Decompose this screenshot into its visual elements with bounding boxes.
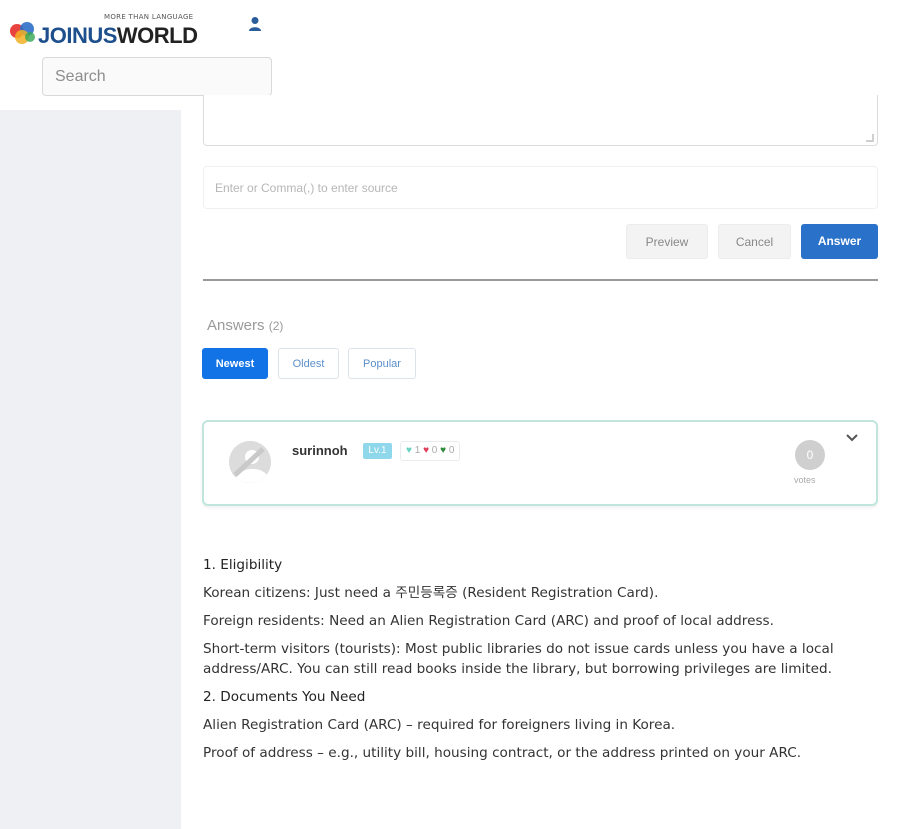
logo-wordmark-part1: JOINUS: [38, 23, 117, 48]
heart-teal-icon: ♥: [406, 445, 412, 456]
logo-tagline: MORE THAN LANGUAGE: [104, 13, 194, 21]
answer-card: surinnoh Lv.1 ♥ 1 ♥ 0 ♥ 0 0 votes: [202, 420, 878, 506]
answer-textarea[interactable]: [203, 95, 878, 146]
paragraph: Short-term visitors (tourists): Most pub…: [203, 641, 834, 677]
logo-wordmark: JOINUSWORLD: [38, 23, 198, 49]
reaction-counts: ♥ 1 ♥ 0 ♥ 0: [400, 441, 461, 461]
paragraph: Foreign residents: Need an Alien Registr…: [203, 613, 774, 629]
section-heading-eligibility: 1. Eligibility: [203, 557, 283, 573]
answer-body: 1. Eligibility Korean citizens: Just nee…: [203, 555, 883, 771]
preview-button[interactable]: Preview: [626, 224, 708, 259]
reaction-count-red: 0: [431, 445, 438, 456]
cancel-button[interactable]: Cancel: [718, 224, 791, 259]
paragraph: Proof of address – e.g., utility bill, h…: [203, 745, 802, 761]
answers-heading: Answers (2): [207, 317, 283, 334]
header: MORE THAN LANGUAGE JOINUSWORLD: [0, 0, 906, 110]
reaction-count-teal: 1: [414, 445, 421, 456]
heart-red-icon: ♥: [423, 445, 429, 456]
answer-author[interactable]: surinnoh: [292, 443, 348, 458]
votes-label: votes: [794, 475, 816, 485]
chevron-down-icon[interactable]: [845, 431, 859, 445]
answers-title: Answers: [207, 317, 265, 334]
section-divider: [203, 279, 878, 281]
paragraph: Alien Registration Card (ARC) – required…: [203, 717, 676, 733]
logo-wordmark-part2: WORLD: [116, 23, 198, 48]
default-avatar-icon: [229, 441, 271, 483]
search-input[interactable]: [42, 57, 272, 96]
source-input[interactable]: [203, 166, 878, 209]
avatar[interactable]: [229, 441, 271, 483]
heart-green-icon: ♥: [440, 445, 447, 456]
answers-count: (2): [268, 319, 284, 333]
tab-oldest[interactable]: Oldest: [278, 348, 339, 379]
tab-newest[interactable]: Newest: [202, 348, 268, 379]
paragraph: Korean citizens: Just need a 주민등록증 (Resi…: [203, 585, 659, 601]
reaction-count-green: 0: [448, 445, 455, 456]
answer-button[interactable]: Answer: [801, 224, 878, 259]
sidebar: [0, 110, 181, 829]
tab-popular[interactable]: Popular: [348, 348, 416, 379]
globe-logo-icon: [10, 22, 35, 44]
vote-count[interactable]: 0: [795, 440, 825, 470]
resize-handle-icon[interactable]: [866, 134, 874, 142]
section-heading-documents: 2. Documents You Need: [203, 689, 366, 705]
user-icon[interactable]: [248, 16, 262, 32]
level-badge: Lv.1: [363, 443, 392, 459]
